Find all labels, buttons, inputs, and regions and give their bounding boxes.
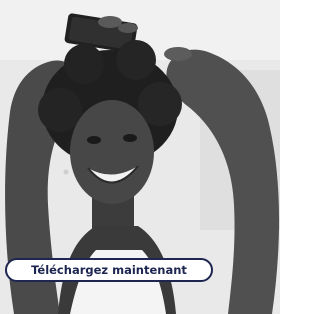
download-now-button[interactable]: Téléchargez maintenant — [5, 258, 213, 282]
ad-banner[interactable]: Téléchargez maintenant — [0, 0, 280, 314]
download-now-label: Téléchargez maintenant — [31, 263, 187, 277]
